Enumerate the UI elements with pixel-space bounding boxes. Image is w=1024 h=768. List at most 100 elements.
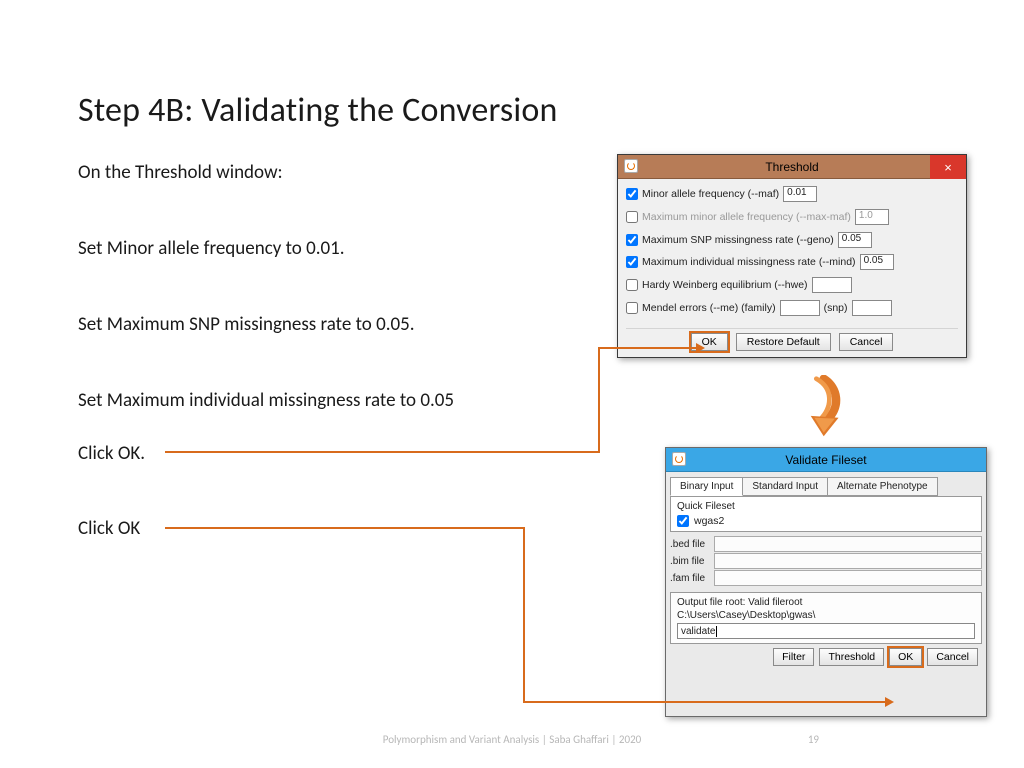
mind-checkbox[interactable]	[626, 256, 638, 268]
maf-label: Minor allele frequency (--maf)	[642, 188, 779, 200]
arrow-1-vertical	[598, 347, 600, 453]
arrow-1-head-icon	[696, 343, 705, 353]
maf-checkbox[interactable]	[626, 188, 638, 200]
maf-row: Minor allele frequency (--maf) 0.01	[626, 185, 958, 203]
validate-filter-button[interactable]: Filter	[773, 648, 814, 666]
text: Set	[78, 237, 107, 260]
fam-label: .fam file	[670, 573, 714, 584]
arrow-2-horizontal2	[523, 701, 885, 703]
output-value-text: validate	[681, 626, 715, 637]
validate-title-text: Validate Fileset	[785, 453, 866, 467]
hwe-row: Hardy Weinberg equilibrium (--hwe)	[626, 276, 958, 294]
arrow-1-horizontal	[165, 451, 600, 453]
java-icon	[624, 159, 638, 173]
me-snp-label: (snp)	[824, 302, 848, 314]
bim-label: .bim file	[670, 556, 714, 567]
validate-cancel-button[interactable]: Cancel	[927, 648, 978, 666]
instruction-geno: Set Maximum SNP missingness rate to 0.05…	[78, 312, 415, 338]
output-label: Output file root: Valid fileroot	[677, 597, 975, 608]
instruction-click-ok-1: Click OK.	[78, 441, 145, 467]
validate-button-row: Filter Threshold OK Cancel	[666, 648, 978, 666]
quick-fileset-label: Quick Fileset	[677, 501, 975, 512]
fam-row: .fam file	[670, 570, 982, 586]
wgas2-label: wgas2	[694, 515, 724, 527]
threshold-cancel-button[interactable]: Cancel	[839, 333, 894, 351]
me-label: Mendel errors (--me) (family)	[642, 302, 776, 314]
text-bold: OK	[118, 517, 140, 540]
maxmaf-label: Maximum minor allele frequency (--max-ma…	[642, 211, 851, 223]
arrow-2-head-icon	[885, 697, 894, 707]
hwe-label: Hardy Weinberg equilibrium (--hwe)	[642, 279, 808, 291]
hwe-input[interactable]	[812, 277, 852, 293]
threshold-body: Minor allele frequency (--maf) 0.01 Maxi…	[618, 179, 966, 357]
bed-input[interactable]	[714, 536, 982, 552]
validate-tabs: Binary Input Standard Input Alternate Ph…	[670, 477, 982, 496]
text: Click	[78, 517, 118, 540]
bim-input[interactable]	[714, 553, 982, 569]
geno-label: Maximum SNP missingness rate (--geno)	[642, 234, 834, 246]
text: Set	[78, 389, 107, 412]
bed-label: .bed file	[670, 539, 714, 550]
output-panel: Output file root: Valid fileroot C:\User…	[670, 592, 982, 644]
maxmaf-row: Maximum minor allele frequency (--max-ma…	[626, 208, 958, 226]
slide-footer: Polymorphism and Variant Analysis | Saba…	[0, 733, 1024, 746]
text-bold: Maximum SNP missingness rate	[107, 313, 352, 336]
text: .	[140, 442, 145, 465]
arrow-2-horizontal	[165, 527, 525, 529]
validate-window: Validate Fileset Binary Input Standard I…	[665, 447, 987, 717]
text: Set	[78, 313, 107, 336]
threshold-title-text: Threshold	[765, 160, 818, 174]
output-value-input[interactable]: validate	[677, 623, 975, 639]
close-icon[interactable]: ×	[930, 155, 966, 179]
text: to 0.01.	[281, 237, 344, 260]
geno-input[interactable]: 0.05	[838, 232, 872, 248]
me-checkbox[interactable]	[626, 302, 638, 314]
hwe-checkbox[interactable]	[626, 279, 638, 291]
bed-row: .bed file	[670, 536, 982, 552]
geno-row: Maximum SNP missingness rate (--geno) 0.…	[626, 231, 958, 249]
text-bold: Maximum individual missingness rate	[107, 389, 396, 412]
text: window:	[212, 161, 283, 184]
tab-standard-input[interactable]: Standard Input	[742, 477, 828, 496]
threshold-titlebar: Threshold ×	[618, 155, 966, 179]
text-bold: OK	[118, 442, 140, 465]
arrow-1-horizontal2	[598, 347, 696, 349]
text: Click	[78, 442, 118, 465]
geno-checkbox[interactable]	[626, 234, 638, 246]
validate-ok-button[interactable]: OK	[889, 648, 922, 666]
instruction-intro: On the Threshold window:	[78, 160, 283, 186]
me-row: Mendel errors (--me) (family) (snp)	[626, 299, 958, 317]
tab-binary-input[interactable]: Binary Input	[670, 477, 743, 496]
text: to 0.05.	[351, 313, 414, 336]
instruction-maf: Set Minor allele frequency to 0.01.	[78, 236, 345, 262]
page-number: 19	[808, 733, 819, 746]
text: On the	[78, 161, 135, 184]
curved-arrow-icon	[790, 375, 850, 440]
me-family-input[interactable]	[780, 300, 820, 316]
quick-fileset-panel: Quick Fileset wgas2	[670, 496, 982, 532]
text-bold: Minor allele frequency	[107, 237, 282, 260]
validate-titlebar: Validate Fileset	[666, 448, 986, 472]
text-bold: Threshold	[135, 161, 212, 184]
mind-label: Maximum individual missingness rate (--m…	[642, 256, 856, 268]
java-icon	[672, 452, 686, 466]
tab-alternate-phenotype[interactable]: Alternate Phenotype	[827, 477, 938, 496]
slide-title: Step 4B: Validating the Conversion	[78, 90, 558, 131]
maxmaf-checkbox[interactable]	[626, 211, 638, 223]
me-snp-input[interactable]	[852, 300, 892, 316]
bim-row: .bim file	[670, 553, 982, 569]
wgas2-checkbox[interactable]	[677, 515, 689, 527]
text: to 0.05	[396, 389, 454, 412]
mind-input[interactable]: 0.05	[860, 254, 894, 270]
maxmaf-input[interactable]: 1.0	[855, 209, 889, 225]
output-path: C:\Users\Casey\Desktop\gwas\	[677, 610, 975, 621]
instruction-click-ok-2: Click OK	[78, 516, 140, 542]
threshold-restore-button[interactable]: Restore Default	[736, 333, 831, 351]
text-cursor-icon	[716, 626, 717, 637]
instruction-mind: Set Maximum individual missingness rate …	[78, 388, 454, 414]
validate-threshold-button[interactable]: Threshold	[819, 648, 884, 666]
mind-row: Maximum individual missingness rate (--m…	[626, 253, 958, 271]
maf-input[interactable]: 0.01	[783, 186, 817, 202]
fam-input[interactable]	[714, 570, 982, 586]
threshold-window: Threshold × Minor allele frequency (--ma…	[617, 154, 967, 358]
